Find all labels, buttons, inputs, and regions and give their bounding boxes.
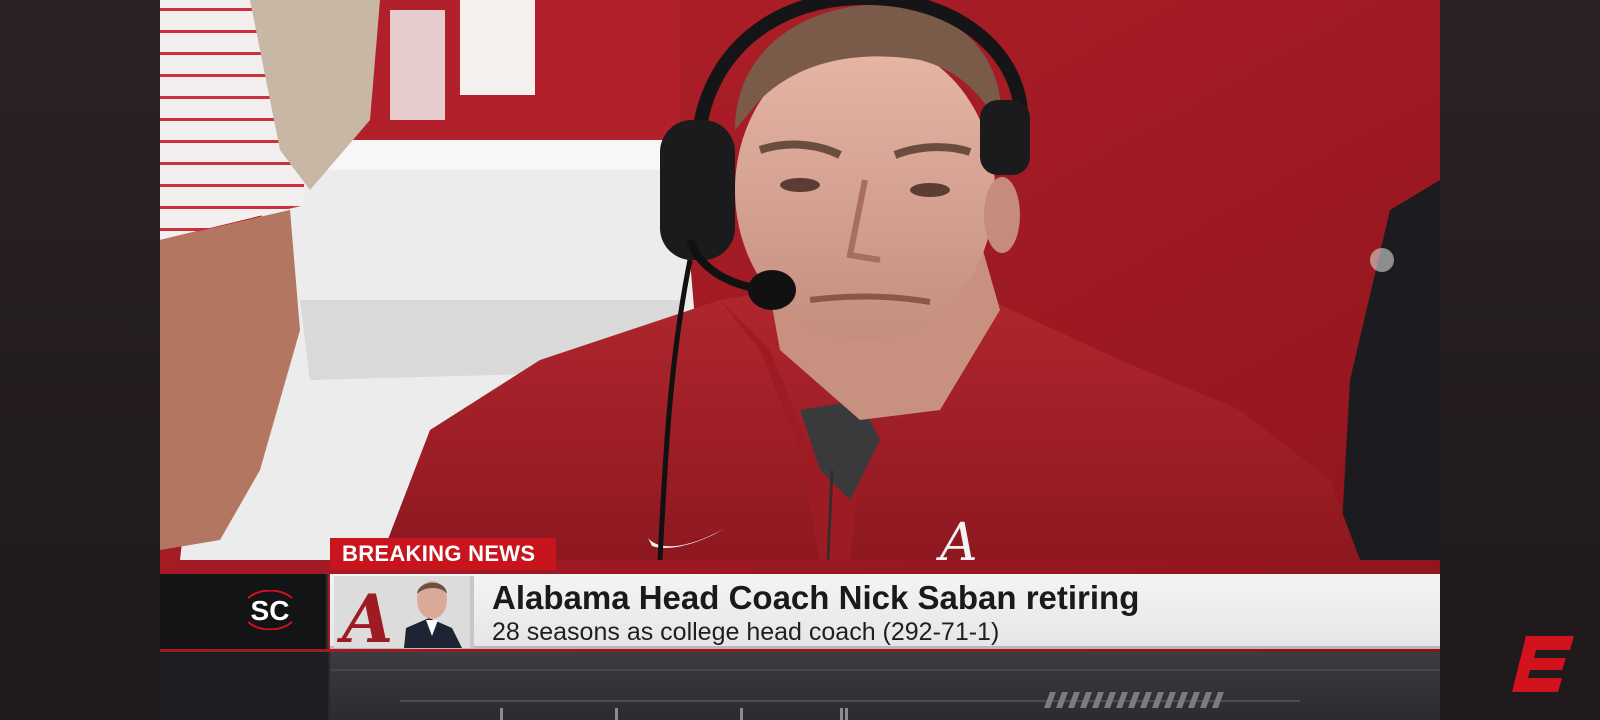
headline-bar: A Alabama Head Coach Nick Saban retiring… [330, 574, 1440, 649]
headshot-image: A [334, 576, 470, 648]
left-pillarbox [0, 0, 160, 720]
coach-headshot: A [334, 576, 474, 648]
headline-text: Alabama Head Coach Nick Saban retiring [492, 579, 1140, 616]
show-bug-text: SC [251, 595, 290, 626]
sportscenter-bug: SC [160, 574, 328, 649]
ticker-bar [160, 652, 1440, 720]
right-pillarbox [1440, 0, 1600, 720]
alabama-a-icon: A [336, 580, 393, 648]
ticker-strip [330, 652, 1440, 720]
subline-text: 28 seasons as college head coach (292-71… [492, 618, 1000, 646]
sportscenter-logo-icon: SC [247, 590, 293, 630]
breaking-news-tag: BREAKING NEWS [330, 538, 556, 570]
espn-logo-icon [1512, 636, 1574, 692]
ticker-marks [330, 669, 1440, 720]
ticker-left-block [160, 652, 328, 720]
lower-third-graphic: BREAKING NEWS SC A Alabama Head Coach Ni… [160, 532, 1440, 720]
